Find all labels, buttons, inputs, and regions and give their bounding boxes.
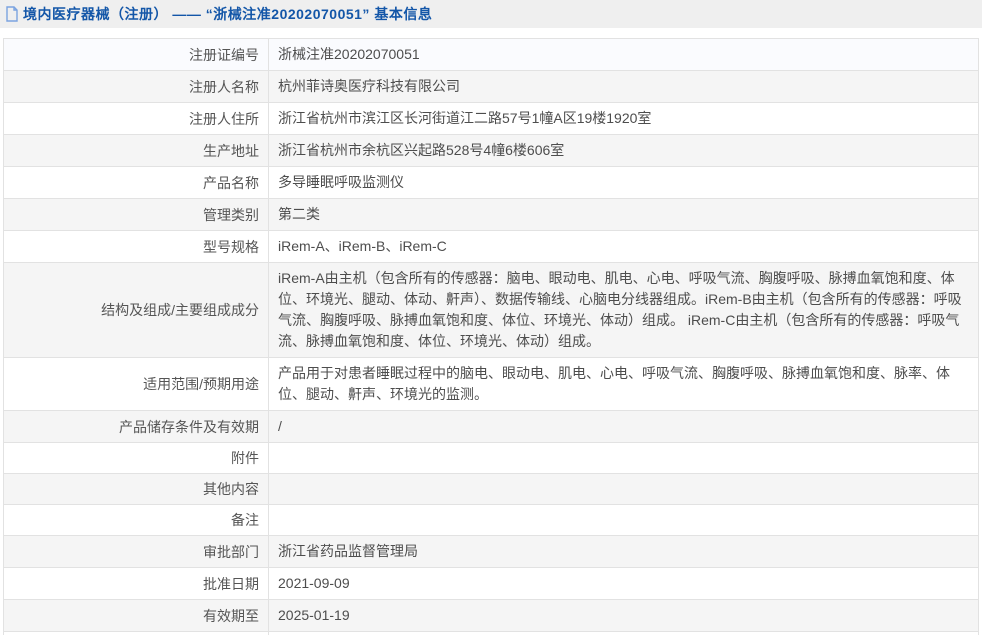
row-value bbox=[269, 443, 979, 474]
page-title: 境内医疗器械（注册） —— “浙械注准20202070051” 基本信息 bbox=[23, 4, 432, 24]
row-label: 适用范围/预期用途 bbox=[4, 358, 269, 411]
row-value: 浙江省杭州市滨江区长河街道江二路57号1幢A区19楼1920室 bbox=[269, 103, 979, 135]
table-row: 型号规格 iRem-A、iRem-B、iRem-C bbox=[4, 231, 979, 263]
table-row: 适用范围/预期用途 产品用于对患者睡眠过程中的脑电、眼动电、肌电、心电、呼吸气流… bbox=[4, 358, 979, 411]
row-label: 产品储存条件及有效期 bbox=[4, 411, 269, 443]
table-row: 有效期至 2025-01-19 bbox=[4, 600, 979, 632]
row-label: 变更情况 bbox=[4, 632, 269, 635]
row-label: 注册人住所 bbox=[4, 103, 269, 135]
document-icon bbox=[5, 6, 19, 22]
row-label: 产品名称 bbox=[4, 167, 269, 199]
row-label: 其他内容 bbox=[4, 474, 269, 505]
row-value: 2025-01-19 bbox=[269, 600, 979, 632]
row-value: / bbox=[269, 411, 979, 443]
row-value: 浙江省药品监督管理局 bbox=[269, 536, 979, 568]
row-label: 注册人名称 bbox=[4, 71, 269, 103]
table-row: 其他内容 bbox=[4, 474, 979, 505]
row-value bbox=[269, 505, 979, 536]
table-row: 产品储存条件及有效期 / bbox=[4, 411, 979, 443]
registration-info-table: 注册证编号 浙械注准20202070051 注册人名称 杭州菲诗奥医疗科技有限公… bbox=[0, 28, 982, 635]
row-value: 生产地址由浙江省杭州市滨江区长河街道江二路57号1幢A区19楼1920室变更为浙… bbox=[269, 632, 979, 635]
row-value: 第二类 bbox=[269, 199, 979, 231]
table-row: 审批部门 浙江省药品监督管理局 bbox=[4, 536, 979, 568]
table-row: 注册证编号 浙械注准20202070051 bbox=[4, 39, 979, 71]
row-value: 浙江省杭州市余杭区兴起路528号4幢6楼606室 bbox=[269, 135, 979, 167]
row-label: 型号规格 bbox=[4, 231, 269, 263]
row-label: 备注 bbox=[4, 505, 269, 536]
row-value: 杭州菲诗奥医疗科技有限公司 bbox=[269, 71, 979, 103]
table-row: 管理类别 第二类 bbox=[4, 199, 979, 231]
table-row: 结构及组成/主要组成成分 iRem-A由主机（包含所有的传感器：脑电、眼动电、肌… bbox=[4, 263, 979, 358]
row-label: 结构及组成/主要组成成分 bbox=[4, 263, 269, 358]
row-label: 管理类别 bbox=[4, 199, 269, 231]
table-row: 备注 bbox=[4, 505, 979, 536]
table-row: 产品名称 多导睡眠呼吸监测仪 bbox=[4, 167, 979, 199]
row-label: 注册证编号 bbox=[4, 39, 269, 71]
row-label: 有效期至 bbox=[4, 600, 269, 632]
page-header: 境内医疗器械（注册） —— “浙械注准20202070051” 基本信息 bbox=[0, 0, 982, 28]
row-label: 生产地址 bbox=[4, 135, 269, 167]
row-label: 审批部门 bbox=[4, 536, 269, 568]
row-value: 2021-09-09 bbox=[269, 568, 979, 600]
row-value: 浙械注准20202070051 bbox=[269, 39, 979, 71]
row-value: 多导睡眠呼吸监测仪 bbox=[269, 167, 979, 199]
table-row: 注册人名称 杭州菲诗奥医疗科技有限公司 bbox=[4, 71, 979, 103]
table-row: 附件 bbox=[4, 443, 979, 474]
row-label: 批准日期 bbox=[4, 568, 269, 600]
row-value bbox=[269, 474, 979, 505]
row-label: 附件 bbox=[4, 443, 269, 474]
table-row: 批准日期 2021-09-09 bbox=[4, 568, 979, 600]
table-row: 注册人住所 浙江省杭州市滨江区长河街道江二路57号1幢A区19楼1920室 bbox=[4, 103, 979, 135]
table-row: 生产地址 浙江省杭州市余杭区兴起路528号4幢6楼606室 bbox=[4, 135, 979, 167]
table-row: 变更情况 生产地址由浙江省杭州市滨江区长河街道江二路57号1幢A区19楼1920… bbox=[4, 632, 979, 635]
row-value: iRem-A、iRem-B、iRem-C bbox=[269, 231, 979, 263]
row-value: 产品用于对患者睡眠过程中的脑电、眼动电、肌电、心电、呼吸气流、胸腹呼吸、脉搏血氧… bbox=[269, 358, 979, 411]
row-value: iRem-A由主机（包含所有的传感器：脑电、眼动电、肌电、心电、呼吸气流、胸腹呼… bbox=[269, 263, 979, 358]
